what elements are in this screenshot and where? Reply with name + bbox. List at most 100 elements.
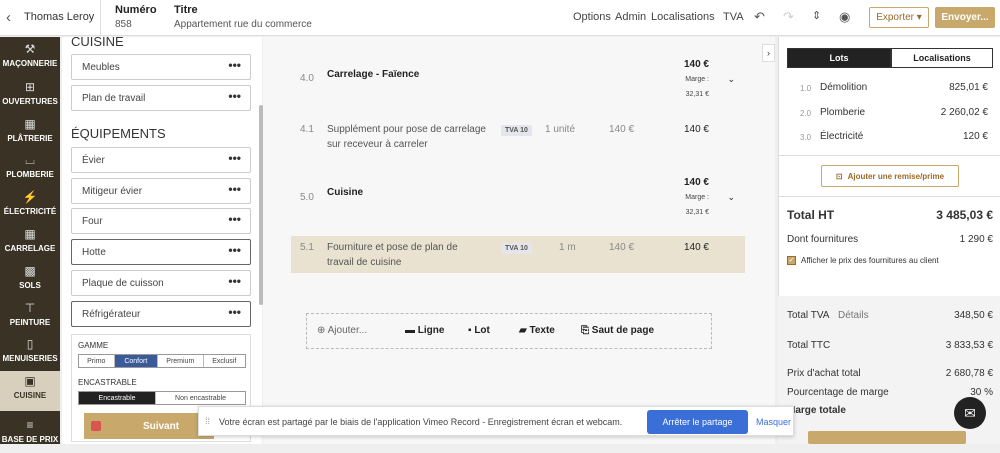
gamme-selector: Primo Confort Premium Exclusif (78, 354, 246, 368)
chevron-down-icon[interactable]: ⌄ (727, 192, 735, 203)
sidebar-item-menuiseries[interactable]: ▯ MENUISERIES (0, 334, 60, 372)
element-item[interactable]: Plan de travail ••• (71, 85, 251, 111)
redo-icon[interactable]: ↷ (783, 9, 794, 25)
lot-row[interactable]: 5.0 Cuisine 140 € Marge : 32,31 € ⌄ (291, 176, 745, 220)
line-row[interactable]: 4.1 Supplément pour pose de carrelage su… (291, 119, 745, 155)
page-icon: ⎘ (581, 325, 589, 336)
titre-label: Titre (174, 4, 198, 16)
line-description[interactable]: Supplément pour pose de carrelage sur re… (327, 122, 487, 152)
sidebar-item-platrerie[interactable]: ▦ PLÂTRERIE (0, 114, 60, 152)
export-button[interactable]: Exporter ▾ (869, 7, 929, 28)
section-title-equipements: ÉQUIPEMENTS (71, 126, 166, 141)
marge-label: Marge : (685, 194, 709, 201)
element-item[interactable]: Four ••• (71, 208, 251, 234)
add-saut-button[interactable]: ⎘ Saut de page (581, 325, 654, 336)
tab-lots[interactable]: Lots (787, 48, 891, 68)
lot-summary-item[interactable]: 2.0 Plomberie 2 260,02 € (786, 107, 992, 121)
element-item[interactable]: Meubles ••• (71, 54, 251, 80)
more-icon[interactable]: ••• (228, 243, 241, 257)
tva-link[interactable]: TVA (723, 11, 744, 23)
add-remise-button[interactable]: ⊡ Ajouter une remise/prime (821, 165, 959, 187)
more-icon[interactable]: ••• (228, 305, 241, 319)
line-quantity[interactable]: 1 m (559, 242, 576, 253)
section-title-cuisine: CUISINE (71, 34, 124, 49)
lot-summary-item[interactable]: 1.0 Démolition 825,01 € (786, 82, 992, 96)
titre-value[interactable]: Appartement rue du commerce (174, 19, 312, 30)
line-quantity[interactable]: 1 unité (545, 124, 575, 135)
sidebar-item-peinture[interactable]: ⊤ PEINTURE (0, 298, 60, 336)
undo-icon[interactable]: ↶ (754, 9, 765, 25)
collapse-panel-chevron-icon[interactable]: › (762, 44, 775, 62)
element-item[interactable]: Réfrigérateur ••• (71, 301, 251, 327)
more-icon[interactable]: ••• (228, 89, 241, 103)
eye-icon[interactable]: ◉ (839, 9, 850, 25)
gamme-option-exclusif[interactable]: Exclusif (204, 355, 245, 367)
chevron-down-icon[interactable]: ⌄ (727, 74, 735, 85)
drag-handle-icon[interactable]: ⁞⁞ (205, 416, 210, 426)
element-item[interactable]: Mitigeur évier ••• (71, 178, 251, 204)
sidebar-item-maconnerie[interactable]: ⚒ MAÇONNERIE (0, 39, 60, 77)
encastrable-option-no[interactable]: Non encastrable (156, 392, 245, 404)
gamme-option-confort[interactable]: Confort (114, 355, 159, 367)
options-link[interactable]: Options (573, 11, 611, 23)
sidebar-item-carrelage[interactable]: ▦ CARRELAGE (0, 224, 60, 262)
sidebar-item-plomberie[interactable]: ⌴ PLOMBERIE (0, 150, 60, 188)
element-item[interactable]: Hotte ••• (71, 239, 251, 265)
apply-button[interactable] (808, 431, 966, 444)
tva-badge[interactable]: TVA 10 (501, 243, 532, 254)
line-total: 140 € (683, 242, 709, 253)
lot-row[interactable]: 4.0 Carrelage - Faïence 140 € Marge : 32… (291, 58, 745, 102)
send-button[interactable]: Envoyer... (935, 7, 995, 28)
admin-link[interactable]: Admin (615, 11, 646, 23)
sidebar-item-base-de-prix[interactable]: ≡ BASE DE PRIX (0, 415, 60, 453)
more-icon[interactable]: ••• (228, 182, 241, 196)
line-description[interactable]: Fourniture et pose de plan de travail de… (327, 240, 487, 270)
line-unit-price[interactable]: 140 € (609, 242, 634, 253)
element-item[interactable]: Plaque de cuisson ••• (71, 270, 251, 296)
element-item[interactable]: Évier ••• (71, 147, 251, 173)
gift-icon: ⊡ (835, 171, 843, 181)
tab-localisations[interactable]: Localisations (891, 48, 993, 68)
expand-icon[interactable]: ⇕ (812, 9, 821, 22)
back-arrow-icon[interactable]: ‹ (6, 9, 11, 26)
total-ttc-value: 3 833,53 € (945, 340, 993, 351)
lot-title[interactable]: Carrelage - Faïence (327, 69, 419, 80)
more-icon[interactable]: ••• (228, 58, 241, 72)
afficher-fournitures-checkbox[interactable]: ✓ (787, 256, 796, 265)
line-unit-price[interactable]: 140 € (609, 124, 634, 135)
sidebar-item-cuisine[interactable]: ▣ CUISINE (0, 371, 60, 411)
paint-roller-icon: ⊤ (24, 301, 36, 315)
encastrable-option-yes[interactable]: Encastrable (79, 392, 157, 404)
add-lot-button[interactable]: ▪ Lot (468, 325, 490, 336)
sidebar-item-ouvertures[interactable]: ⊞ OUVERTURES (0, 77, 60, 115)
total-ht-label: Total HT (787, 208, 835, 222)
gamme-option-primo[interactable]: Primo (79, 355, 115, 367)
sidebar-item-electricite[interactable]: ⚡ ÉLECTRICITÉ (0, 187, 60, 225)
add-ligne-button[interactable]: ▬ Ligne (405, 325, 444, 336)
client-name[interactable]: Thomas Leroy (24, 11, 94, 23)
add-texte-button[interactable]: ▰ Texte (519, 325, 555, 336)
line-row-selected[interactable]: 5.1 Fourniture et pose de plan de travai… (291, 236, 745, 273)
add-button[interactable]: ⊕ Ajouter... (317, 325, 367, 336)
lot-summary-item[interactable]: 3.0 Électricité 120 € (786, 131, 992, 145)
divider (778, 196, 1000, 197)
encastrable-selector: Encastrable Non encastrable (78, 391, 246, 405)
hide-banner-link[interactable]: Masquer (756, 417, 791, 427)
tva-badge[interactable]: TVA 10 (501, 125, 532, 136)
sidebar-item-sols[interactable]: ▩ SOLS (0, 261, 60, 299)
lot-title[interactable]: Cuisine (327, 187, 363, 198)
more-icon[interactable]: ••• (228, 151, 241, 165)
details-link[interactable]: Détails (838, 310, 869, 321)
more-icon[interactable]: ••• (228, 274, 241, 288)
line-total: 140 € (683, 124, 709, 135)
record-stop-button[interactable] (84, 413, 108, 439)
gamme-option-premium[interactable]: Premium (158, 355, 204, 367)
total-ttc-label: Total TTC (787, 340, 831, 351)
stop-sharing-button[interactable]: Arrêter le partage (647, 410, 748, 434)
more-icon[interactable]: ••• (228, 212, 241, 226)
localisations-link[interactable]: Localisations (651, 11, 715, 23)
numero-value[interactable]: 858 (115, 19, 132, 30)
fournitures-label: Dont fournitures (787, 234, 859, 245)
prix-achat-label: Prix d'achat total (787, 368, 861, 379)
chat-bubble-icon[interactable]: ✉ (954, 397, 986, 429)
